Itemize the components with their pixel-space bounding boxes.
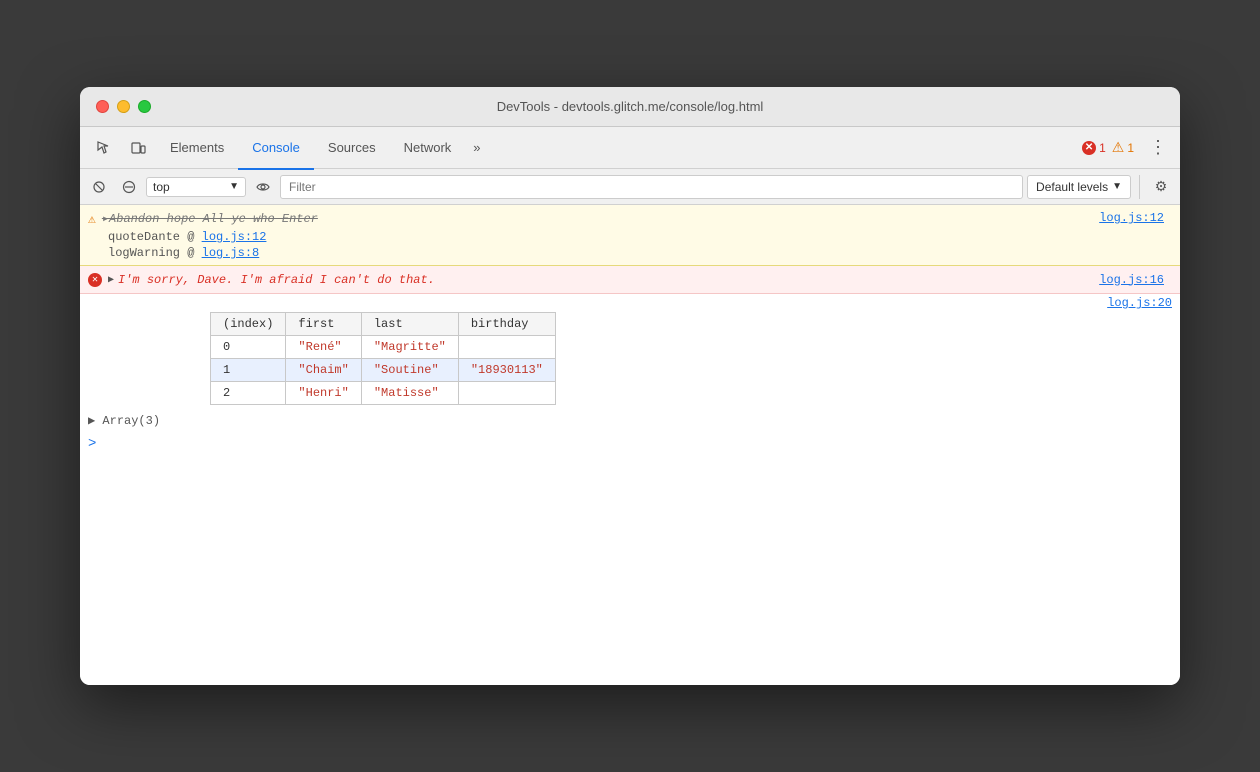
table-file-ref[interactable]: log.js:20 — [1107, 296, 1172, 310]
cell-first-0: "René" — [286, 336, 361, 359]
table-file-ref-row: log.js:20 — [80, 294, 1180, 312]
prompt-row: > — [80, 432, 1180, 456]
error-expand-icon[interactable]: ▶ — [108, 274, 114, 286]
stack2-link[interactable]: log.js:8 — [202, 246, 260, 260]
error-row: ✕ ▶ I'm sorry, Dave. I'm afraid I can't … — [80, 266, 1180, 294]
devtools-tabs: Elements Console Sources Network » ✕ 1 ⚠… — [80, 127, 1180, 169]
cell-last-0: "Magritte" — [361, 336, 458, 359]
maximize-button[interactable] — [138, 100, 151, 113]
traffic-lights — [96, 100, 151, 113]
eye-icon[interactable] — [250, 174, 276, 200]
stack-row-1: quoteDante @ log.js:12 — [80, 229, 1180, 245]
block-icon[interactable] — [116, 174, 142, 200]
cell-last-2: "Matisse" — [361, 382, 458, 405]
error-file-ref[interactable]: log.js:16 — [1099, 273, 1172, 287]
close-button[interactable] — [96, 100, 109, 113]
warning-badge-icon: ⚠ — [1112, 139, 1125, 156]
error-message: I'm sorry, Dave. I'm afraid I can't do t… — [118, 273, 435, 287]
warn-row-main: ⚠ ▸Abandon hope All ye who Enter log.js:… — [80, 209, 1180, 229]
settings-gear-icon[interactable]: ⚙ — [1148, 174, 1174, 200]
table-row: 0 "René" "Magritte" — [211, 336, 556, 359]
prompt-icon: > — [88, 436, 96, 452]
cell-index-1: 1 — [211, 359, 286, 382]
data-table: (index) first last birthday 0 "René" "Ma… — [210, 312, 556, 405]
array-row[interactable]: ▶ Array(3) — [80, 409, 1180, 432]
stack-row-2: logWarning @ log.js:8 — [80, 245, 1180, 261]
cell-last-1: "Soutine" — [361, 359, 458, 382]
tab-elements[interactable]: Elements — [156, 128, 238, 170]
tab-network[interactable]: Network — [390, 128, 466, 170]
cell-index-2: 2 — [211, 382, 286, 405]
filter-input[interactable] — [280, 175, 1023, 199]
warning-section: ⚠ ▸Abandon hope All ye who Enter log.js:… — [80, 205, 1180, 266]
cell-birthday-2 — [458, 382, 555, 405]
badge-area: ✕ 1 ⚠ 1 — [1082, 139, 1134, 156]
table-row: 2 "Henri" "Matisse" — [211, 382, 556, 405]
error-badge[interactable]: ✕ 1 — [1082, 141, 1106, 155]
cell-first-1: "Chaim" — [286, 359, 361, 382]
col-header-index: (index) — [211, 313, 286, 336]
error-circle-icon: ✕ — [88, 273, 102, 287]
col-header-first: first — [286, 313, 361, 336]
level-chevron-icon: ▼ — [1112, 181, 1122, 192]
cell-index-0: 0 — [211, 336, 286, 359]
title-bar: DevTools - devtools.glitch.me/console/lo… — [80, 87, 1180, 127]
inspect-element-icon[interactable] — [88, 132, 120, 164]
more-options-button[interactable]: ⋮ — [1144, 134, 1172, 162]
warning-badge[interactable]: ⚠ 1 — [1112, 139, 1134, 156]
devtools-window: DevTools - devtools.glitch.me/console/lo… — [80, 87, 1180, 685]
tab-sources[interactable]: Sources — [314, 128, 390, 170]
error-badge-icon: ✕ — [1082, 141, 1096, 155]
console-content[interactable]: ⚠ ▸Abandon hope All ye who Enter log.js:… — [80, 205, 1180, 685]
warn-message: ▸Abandon hope All ye who Enter — [102, 211, 318, 226]
array-label: ▶ Array(3) — [88, 413, 160, 428]
console-toolbar: top ▼ Default levels ▼ ⚙ — [80, 169, 1180, 205]
tab-console[interactable]: Console — [238, 128, 314, 170]
cell-birthday-1: "18930113" — [458, 359, 555, 382]
context-selector[interactable]: top ▼ — [146, 177, 246, 197]
divider — [1139, 175, 1140, 199]
col-header-birthday: birthday — [458, 313, 555, 336]
clear-console-button[interactable] — [86, 174, 112, 200]
level-select[interactable]: Default levels ▼ — [1027, 175, 1131, 199]
device-toggle-icon[interactable] — [122, 132, 154, 164]
stack1-link[interactable]: log.js:12 — [202, 230, 267, 244]
cell-first-2: "Henri" — [286, 382, 361, 405]
minimize-button[interactable] — [117, 100, 130, 113]
tab-more-button[interactable]: » — [465, 132, 488, 164]
context-chevron-icon: ▼ — [229, 181, 239, 192]
col-header-last: last — [361, 313, 458, 336]
cell-birthday-0 — [458, 336, 555, 359]
table-row: 1 "Chaim" "Soutine" "18930113" — [211, 359, 556, 382]
warning-triangle-icon: ⚠ — [88, 212, 96, 227]
window-title: DevTools - devtools.glitch.me/console/lo… — [497, 99, 764, 114]
warn-file-ref[interactable]: log.js:12 — [1099, 211, 1172, 225]
